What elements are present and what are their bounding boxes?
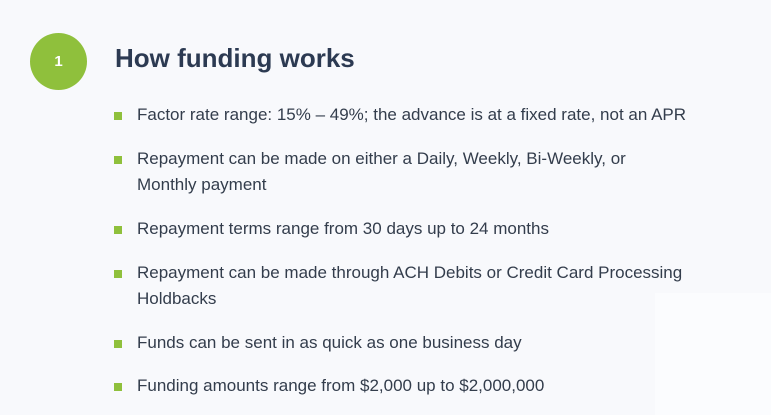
square-bullet-icon (114, 226, 122, 234)
square-bullet-icon (114, 383, 122, 391)
list-item-text: Funds can be sent in as quick as one bus… (137, 333, 522, 352)
list-item-text: Repayment can be made on either a Daily,… (137, 149, 626, 194)
list-item-text: Repayment terms range from 30 days up to… (137, 219, 549, 238)
square-bullet-icon (114, 270, 122, 278)
square-bullet-icon (114, 156, 122, 164)
section-title: How funding works (115, 43, 355, 73)
step-number-badge: 1 (30, 33, 87, 90)
list-item-text: Repayment can be made through ACH Debits… (137, 263, 683, 308)
list-item-text: Factor rate range: 15% – 49%; the advanc… (137, 105, 687, 124)
list-item-text: Funding amounts range from $2,000 up to … (137, 376, 545, 395)
square-bullet-icon (114, 112, 122, 120)
how-funding-works-panel: 1 How funding works Factor rate range: 1… (0, 0, 771, 415)
square-bullet-icon (114, 340, 122, 348)
